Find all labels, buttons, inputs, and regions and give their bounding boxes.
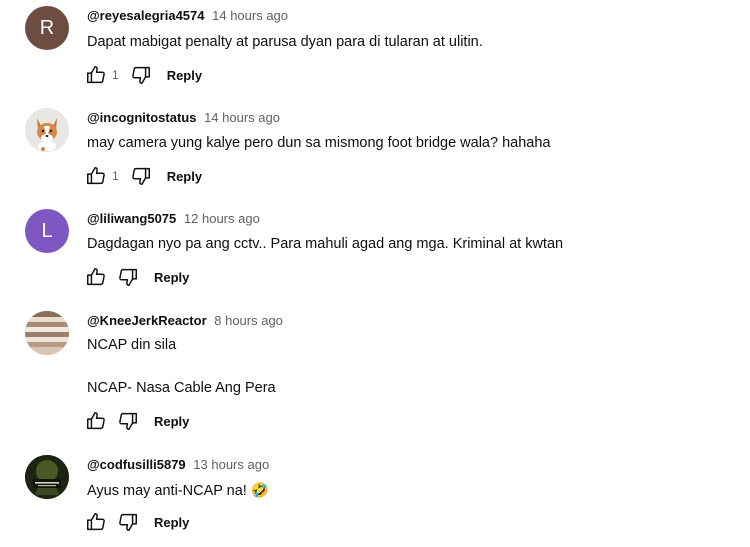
thumb-down-icon <box>119 513 137 531</box>
dislike-button[interactable] <box>116 510 140 534</box>
thumb-up-icon <box>87 66 105 84</box>
avatar[interactable] <box>25 455 69 499</box>
thumb-down-icon <box>119 412 137 430</box>
like-button[interactable] <box>84 510 108 534</box>
comment-actions: 1 Reply <box>84 63 202 87</box>
avatar[interactable] <box>25 311 69 355</box>
comment-time[interactable]: 14 hours ago <box>204 110 280 125</box>
dislike-button[interactable] <box>116 409 140 433</box>
like-button[interactable] <box>84 265 108 289</box>
reply-button[interactable]: Reply <box>154 414 189 429</box>
thumb-up-icon <box>87 268 105 286</box>
avatar-letter: R <box>39 16 55 39</box>
reply-button[interactable]: Reply <box>154 515 189 530</box>
author-handle[interactable]: @liliwang5075 <box>87 211 176 226</box>
reply-button[interactable]: Reply <box>167 169 202 184</box>
comment-text: Dapat mabigat penalty at parusa dyan par… <box>87 34 483 50</box>
thumb-down-icon <box>131 66 150 84</box>
author-handle[interactable]: @KneeJerkReactor <box>87 313 207 328</box>
comment-actions: Reply <box>84 265 189 289</box>
like-button[interactable] <box>84 164 108 188</box>
comment-time[interactable]: 14 hours ago <box>212 8 288 23</box>
comment-text: Ayus may anti-NCAP na! 🤣 <box>87 483 269 499</box>
comment-text: may camera yung kalye pero dun sa mismon… <box>87 135 551 151</box>
comment-time[interactable]: 13 hours ago <box>193 457 269 472</box>
comment-text: NCAP din sila <box>87 337 177 353</box>
dislike-button[interactable] <box>116 265 140 289</box>
comment-header: @KneeJerkReactor 8 hours ago <box>87 313 283 328</box>
reply-button[interactable]: Reply <box>167 68 202 83</box>
dislike-button[interactable] <box>129 63 153 87</box>
thumb-down-icon <box>131 167 150 185</box>
reply-button[interactable]: Reply <box>154 270 189 285</box>
dislike-button[interactable] <box>129 164 153 188</box>
comment-time[interactable]: 8 hours ago <box>214 313 283 328</box>
comment-header: @liliwang5075 12 hours ago <box>87 211 260 226</box>
avatar[interactable] <box>25 108 69 152</box>
like-button[interactable] <box>84 63 108 87</box>
author-handle[interactable]: @codfusilli5879 <box>87 457 186 472</box>
comment-actions: Reply <box>84 409 189 433</box>
comment-header: @codfusilli5879 13 hours ago <box>87 457 269 472</box>
comment-header: @incognitostatus 14 hours ago <box>87 110 280 125</box>
like-count: 1 <box>112 68 119 82</box>
author-handle[interactable]: @incognitostatus <box>87 110 196 125</box>
comment-text: Dagdagan nyo pa ang cctv.. Para mahuli a… <box>87 236 564 252</box>
corgi-avatar-icon <box>25 108 69 152</box>
comment-header: @reyesalegria4574 14 hours ago <box>87 8 288 23</box>
striped-avatar-icon <box>25 311 69 355</box>
thumb-down-icon <box>119 268 137 286</box>
thumb-up-icon <box>87 167 105 185</box>
comment-time[interactable]: 12 hours ago <box>184 211 260 226</box>
thumb-up-icon <box>87 412 105 430</box>
comment-text-line-2: NCAP- Nasa Cable Ang Pera <box>87 380 276 396</box>
comment-actions: 1 Reply <box>84 164 202 188</box>
comment-actions: Reply <box>84 510 189 534</box>
like-count: 1 <box>112 169 119 183</box>
author-handle[interactable]: @reyesalegria4574 <box>87 8 205 23</box>
like-button[interactable] <box>84 409 108 433</box>
avatar[interactable]: R <box>25 6 69 50</box>
avatar[interactable]: L <box>25 209 69 253</box>
avatar-letter: L <box>41 219 53 242</box>
thumb-up-icon <box>87 513 105 531</box>
game-logo-avatar-icon <box>25 455 69 499</box>
